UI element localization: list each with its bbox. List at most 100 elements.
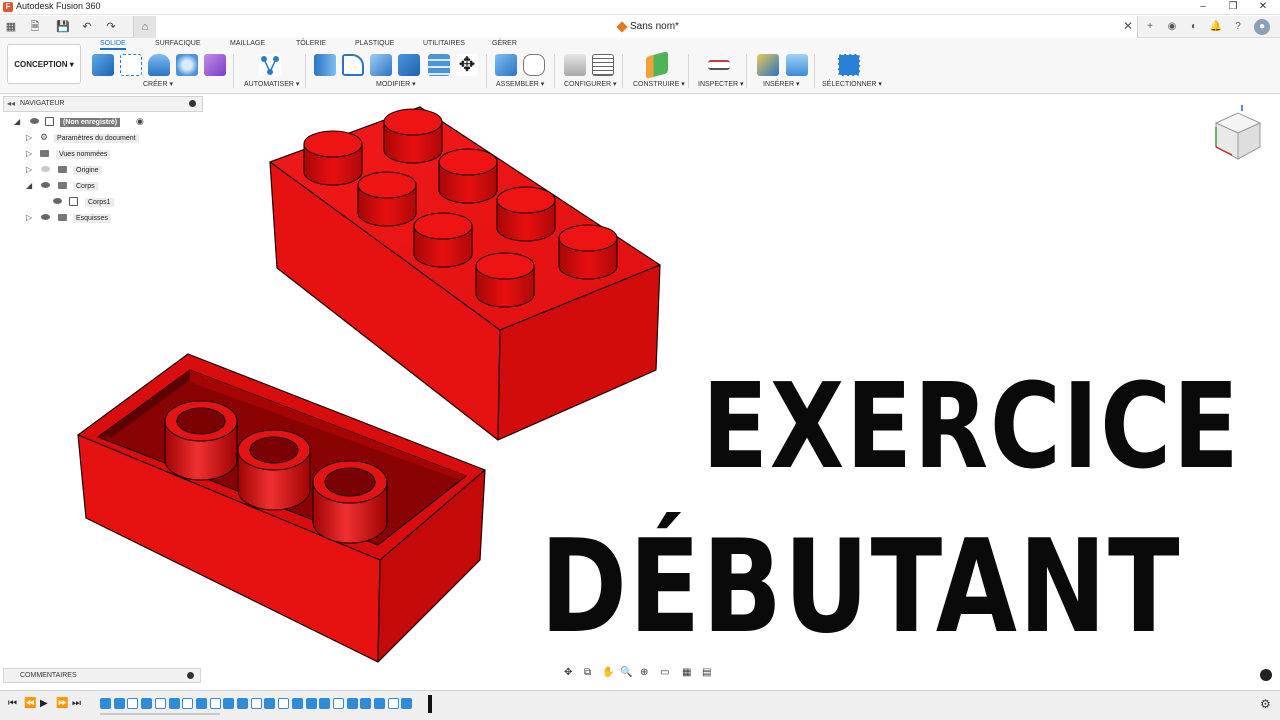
expand-triangle-icon[interactable]: ▷: [26, 133, 32, 142]
expand-triangle-icon[interactable]: ◢: [14, 117, 20, 126]
collapse-triangle-icon[interactable]: ◢: [26, 181, 32, 190]
minimize-button[interactable]: –: [1192, 0, 1214, 14]
expand-triangle-icon[interactable]: ▷: [26, 213, 32, 222]
notifications-icon[interactable]: 🔔: [1208, 19, 1224, 35]
extensions-icon[interactable]: ◉: [1164, 19, 1180, 35]
tree-item-origine[interactable]: ▷ Origine: [24, 163, 204, 177]
file-menu-icon[interactable]: 🗎: [28, 20, 42, 34]
group-assembler[interactable]: ASSEMBLER ▾: [496, 80, 544, 88]
group-inspecter[interactable]: INSPECTER ▾: [698, 80, 744, 88]
workspace-switcher[interactable]: CONCEPTION ▾: [7, 44, 81, 84]
automate-icon[interactable]: [259, 54, 281, 76]
tree-item-corps[interactable]: ◢ Corps: [24, 179, 204, 193]
timeline-feature-icon[interactable]: [100, 698, 111, 709]
fillet-icon[interactable]: [342, 54, 364, 76]
tree-item-corps1[interactable]: Corps1: [52, 195, 202, 209]
tree-root[interactable]: ◢ (Non enregistré) ◉: [12, 115, 202, 129]
navigator-panel-header[interactable]: ◂◂ NAVIGATEUR: [3, 96, 203, 112]
revolve-icon[interactable]: [176, 54, 198, 76]
timeline-scrollbar[interactable]: [100, 713, 220, 715]
visibility-eye-icon[interactable]: [41, 214, 50, 220]
redo-icon[interactable]: ↷: [104, 20, 118, 34]
group-automatiser[interactable]: AUTOMATISER ▾: [244, 80, 299, 88]
timeline-feature-icon[interactable]: [237, 698, 248, 709]
timeline-feature-icon[interactable]: [168, 698, 180, 709]
comments-panel[interactable]: COMMENTAIRES: [3, 668, 201, 683]
timeline-feature-icon[interactable]: [113, 698, 125, 709]
timeline-feature-icon[interactable]: [291, 698, 303, 709]
go-to-end-icon[interactable]: ⏭: [72, 698, 81, 709]
parameters-icon[interactable]: [564, 54, 586, 76]
timeline-feature-icon[interactable]: [250, 698, 262, 709]
create-sketch-icon[interactable]: [120, 54, 142, 76]
timeline-feature-icon[interactable]: [278, 698, 290, 709]
visibility-eye-icon[interactable]: [41, 166, 50, 172]
play-icon[interactable]: ▶: [40, 698, 48, 709]
timeline-feature-icon[interactable]: [223, 698, 235, 709]
tab-maillage[interactable]: MAILLAGE: [230, 40, 265, 47]
timeline-feature-icon[interactable]: [346, 698, 358, 709]
tab-tolerie[interactable]: TÔLERIE: [296, 40, 326, 47]
collapse-chevron-icon[interactable]: ◂◂: [7, 99, 15, 108]
step-forward-icon[interactable]: ⏩: [56, 698, 68, 709]
extrude-icon[interactable]: [148, 54, 170, 76]
tree-item-esquisses[interactable]: ▷ Esquisses: [24, 211, 204, 225]
orbit-icon[interactable]: ✥: [564, 667, 572, 678]
viewports-icon[interactable]: ▤: [702, 667, 711, 678]
timeline-feature-icon[interactable]: [182, 698, 194, 709]
timeline-feature-icon[interactable]: [264, 698, 276, 709]
timeline-feature-icon[interactable]: [127, 698, 139, 709]
timeline-feature-icon[interactable]: [305, 698, 317, 709]
tab-solide[interactable]: SOLIDE: [100, 40, 126, 50]
zoom-icon[interactable]: 🔍: [620, 667, 632, 678]
document-tab[interactable]: ⌂ Sans nom* ✕: [133, 16, 1138, 38]
timeline-feature-icon[interactable]: [141, 698, 153, 709]
insert-canvas-icon[interactable]: [786, 54, 808, 76]
insert-derive-icon[interactable]: [757, 54, 779, 76]
new-component-icon[interactable]: [92, 54, 114, 76]
save-icon[interactable]: 💾: [56, 20, 70, 34]
timeline-feature-icon[interactable]: [332, 698, 344, 709]
timeline-marker[interactable]: [428, 695, 432, 713]
timeline-settings-gear-icon[interactable]: ⚙: [1260, 697, 1271, 711]
shell-icon[interactable]: [370, 54, 392, 76]
home-icon[interactable]: ⌂: [134, 16, 156, 38]
new-tab-icon[interactable]: +: [1142, 19, 1158, 35]
undo-icon[interactable]: ↶: [80, 20, 94, 34]
move-icon[interactable]: ✥: [456, 54, 478, 76]
group-creer[interactable]: CRÉER ▾: [143, 80, 173, 88]
offset-plane-icon[interactable]: [646, 51, 668, 79]
display-mode-icon[interactable]: [1260, 669, 1272, 681]
pan-icon[interactable]: ✋: [602, 667, 614, 678]
job-status-icon[interactable]: ◐: [1186, 19, 1202, 35]
go-to-start-icon[interactable]: ⏮: [8, 698, 17, 709]
tab-utilitaires[interactable]: UTILITAIRES: [423, 40, 465, 47]
tree-item-vues-nommees[interactable]: ▷ Vues nommées: [24, 147, 204, 161]
visibility-eye-icon[interactable]: [41, 182, 50, 188]
timeline-feature-icon[interactable]: [401, 698, 413, 709]
maximize-button[interactable]: ❐: [1222, 0, 1244, 14]
group-construire[interactable]: CONSTRUIRE ▾: [633, 80, 685, 88]
group-inserer[interactable]: INSÉRER ▾: [763, 80, 800, 88]
timeline-feature-icon[interactable]: [374, 698, 385, 709]
close-tab-icon[interactable]: ✕: [1123, 19, 1133, 33]
user-avatar[interactable]: ●: [1254, 19, 1270, 35]
timeline-feature-icon[interactable]: [209, 698, 221, 709]
panel-pin-icon[interactable]: [189, 100, 196, 107]
tab-gerer[interactable]: GÉRER: [492, 40, 517, 47]
tab-plastique[interactable]: PLASTIQUE: [355, 40, 394, 47]
group-modifier[interactable]: MODIFIER ▾: [376, 80, 416, 88]
combine-icon[interactable]: [398, 54, 420, 76]
group-selectionner[interactable]: SÉLECTIONNER ▾: [822, 80, 882, 88]
expand-triangle-icon[interactable]: ▷: [26, 149, 32, 158]
window-close-button[interactable]: ✕: [1252, 0, 1274, 14]
select-icon[interactable]: [838, 54, 860, 76]
timeline-feature-icon[interactable]: [195, 698, 207, 709]
split-body-icon[interactable]: [428, 54, 450, 76]
measure-icon[interactable]: [708, 60, 730, 70]
display-settings-icon[interactable]: ▭: [660, 667, 669, 678]
timeline-feature-icon[interactable]: [319, 698, 331, 709]
expand-triangle-icon[interactable]: ▷: [26, 165, 32, 174]
timeline-feature-icon[interactable]: [387, 698, 399, 709]
activate-radio-icon[interactable]: ◉: [136, 116, 144, 127]
